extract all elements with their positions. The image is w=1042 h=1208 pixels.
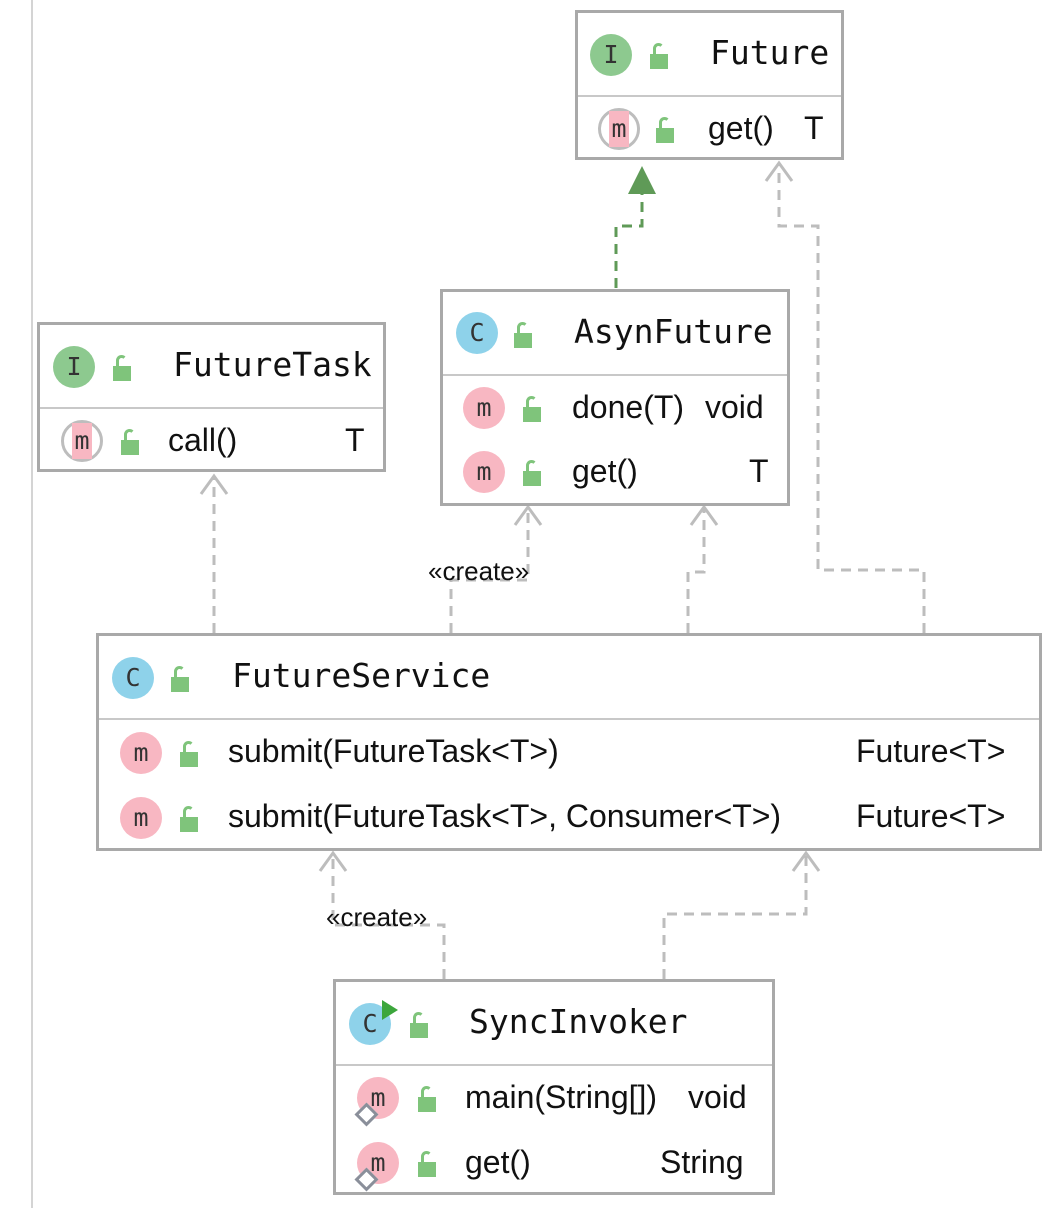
create-label-upper: «create» bbox=[428, 556, 530, 586]
public-lock-icon bbox=[418, 1086, 438, 1112]
method-return-type: void bbox=[705, 389, 764, 425]
node-futureservice[interactable]: C FutureService m submit(FutureTask<T>) … bbox=[96, 633, 1042, 851]
method-row[interactable]: m submit(FutureTask<T>, Consumer<T>) Fut… bbox=[99, 785, 1039, 850]
public-lock-icon bbox=[180, 741, 200, 767]
public-lock-icon bbox=[180, 806, 200, 832]
method-badge-icon: m bbox=[120, 797, 162, 839]
node-header: C AsynFuture bbox=[443, 292, 787, 376]
edge-futureservice-future bbox=[777, 164, 926, 633]
method-row[interactable]: m get() String bbox=[336, 1131, 772, 1196]
public-lock-icon bbox=[523, 460, 543, 486]
method-row[interactable]: m done(T) void bbox=[443, 376, 787, 440]
method-return-type: Future<T> bbox=[856, 733, 1006, 769]
method-name: submit(FutureTask<T>) bbox=[228, 733, 559, 769]
interface-badge-icon: I bbox=[53, 346, 95, 388]
class-badge-icon: C bbox=[456, 312, 498, 354]
method-row[interactable]: m submit(FutureTask<T>) Future<T> bbox=[99, 720, 1039, 785]
node-header: I Future bbox=[578, 13, 841, 97]
method-return-type: T bbox=[749, 453, 769, 489]
public-lock-icon bbox=[171, 666, 191, 692]
node-header: C FutureService bbox=[99, 636, 1039, 720]
public-lock-icon bbox=[410, 1012, 430, 1038]
node-title: AsynFuture bbox=[574, 312, 773, 351]
method-badge-icon: m bbox=[463, 451, 505, 493]
node-header: C SyncInvoker bbox=[336, 982, 772, 1066]
public-lock-icon bbox=[418, 1151, 438, 1177]
method-row[interactable]: m call() T bbox=[40, 409, 383, 473]
node-header: I FutureTask bbox=[40, 325, 383, 409]
edge-asynfuture-future-realization bbox=[614, 193, 644, 288]
public-lock-icon bbox=[113, 355, 133, 381]
node-title: FutureTask bbox=[173, 345, 372, 384]
method-name: done(T) bbox=[572, 389, 685, 425]
abstract-method-badge-icon: m bbox=[598, 108, 640, 150]
arrowhead-realization bbox=[628, 166, 656, 194]
interface-badge-icon: I bbox=[590, 34, 632, 76]
public-lock-icon bbox=[514, 322, 534, 348]
node-syncinvoker[interactable]: C SyncInvoker m main(String[]) void m ge… bbox=[333, 979, 775, 1195]
method-return-type: Future<T> bbox=[856, 798, 1006, 834]
method-name: get() bbox=[572, 453, 638, 489]
create-label-lower: «create» bbox=[326, 902, 428, 932]
method-badge-icon: m bbox=[463, 387, 505, 429]
public-lock-icon bbox=[523, 396, 543, 422]
node-futuretask[interactable]: I FutureTask m call() T bbox=[37, 322, 386, 472]
method-name: main(String[]) bbox=[465, 1079, 658, 1115]
method-row[interactable]: m get() T bbox=[443, 440, 787, 504]
method-name: get() bbox=[465, 1144, 531, 1180]
method-name: get() bbox=[708, 110, 774, 146]
node-asynfuture[interactable]: C AsynFuture m done(T) void m get() T bbox=[440, 289, 790, 506]
public-lock-icon bbox=[121, 429, 141, 455]
class-badge-icon: C bbox=[112, 657, 154, 699]
edge-futureservice-asynfuture bbox=[686, 508, 706, 633]
method-row[interactable]: m main(String[]) void bbox=[336, 1066, 772, 1131]
public-lock-icon bbox=[656, 117, 676, 143]
method-return-type: T bbox=[804, 110, 824, 146]
method-badge-icon: m bbox=[120, 732, 162, 774]
method-name: call() bbox=[168, 422, 238, 458]
abstract-method-badge-icon: m bbox=[61, 420, 103, 462]
node-title: Future bbox=[710, 33, 830, 72]
node-title: FutureService bbox=[232, 656, 491, 695]
method-name: submit(FutureTask<T>, Consumer<T>) bbox=[228, 798, 782, 834]
method-row[interactable]: m get() T bbox=[578, 97, 841, 161]
method-return-type: void bbox=[688, 1079, 747, 1115]
edge-syncinvoker-futureservice bbox=[662, 854, 808, 979]
node-future[interactable]: I Future m get() T bbox=[575, 10, 844, 160]
method-return-type: T bbox=[345, 422, 365, 458]
node-title: SyncInvoker bbox=[469, 1002, 688, 1041]
public-lock-icon bbox=[650, 43, 670, 69]
run-triangle-icon bbox=[382, 1000, 398, 1020]
method-return-type: String bbox=[660, 1144, 744, 1180]
